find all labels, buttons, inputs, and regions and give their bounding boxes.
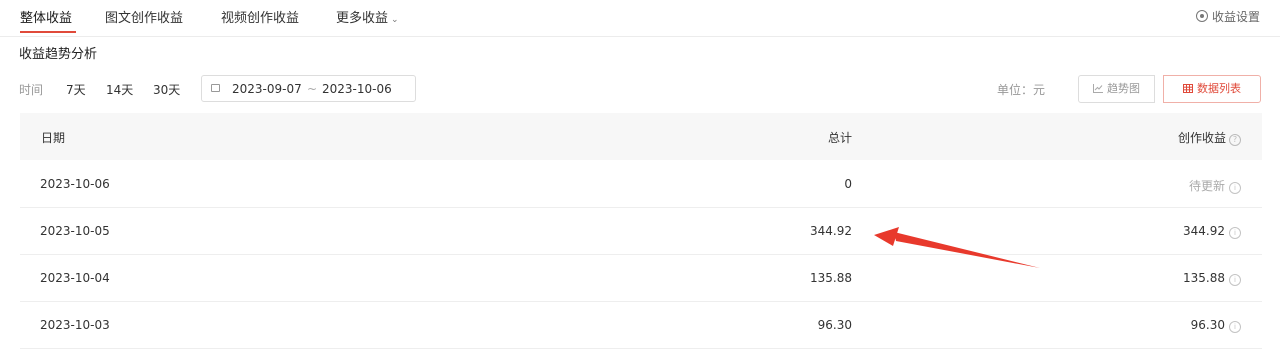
row-total: 96.30 xyxy=(817,318,852,332)
row-creation-income: 待更新 i xyxy=(1189,177,1241,194)
row-date: 2023-10-03 xyxy=(40,318,110,332)
row-creation-value: 96.30 xyxy=(1190,318,1225,332)
start-date: 2023-09-07 xyxy=(232,82,302,96)
trend-chart-label: 趋势图 xyxy=(1107,82,1140,95)
header-total: 总计 xyxy=(827,131,852,145)
row-creation-income: 344.92 i xyxy=(1183,224,1241,239)
end-date: 2023-10-06 xyxy=(322,82,392,96)
calendar-icon xyxy=(211,84,220,92)
trend-chart-button[interactable]: 趋势图 xyxy=(1078,75,1155,103)
line-chart-icon xyxy=(1093,84,1103,93)
row-creation-value: 135.88 xyxy=(1183,271,1225,285)
income-settings-label: 收益设置 xyxy=(1211,10,1260,24)
tab-more-income[interactable]: 更多收益 ⌄ xyxy=(336,7,399,26)
time-filter-label: 时间 xyxy=(19,83,44,97)
income-settings-link[interactable]: 收益设置 xyxy=(1195,8,1260,25)
header-date: 日期 xyxy=(41,131,66,145)
range-7-days[interactable]: 7天 xyxy=(66,81,86,98)
filter-row: 时间 7天 14天 30天 2023-09-07 ~ 2023-10-06 单位… xyxy=(0,75,1280,103)
tab-video-income[interactable]: 视频创作收益 xyxy=(221,7,299,26)
row-date: 2023-10-05 xyxy=(40,224,110,238)
row-creation-income: 135.88 i xyxy=(1183,271,1241,286)
range-30-days[interactable]: 30天 xyxy=(153,81,180,98)
table-row: 2023-10-06 0 待更新 i xyxy=(20,160,1262,208)
help-icon[interactable]: ? xyxy=(1229,134,1241,146)
top-tab-bar: 整体收益 图文创作收益 视频创作收益 更多收益 ⌄ 收益设置 xyxy=(0,0,1280,37)
table-row: 2023-10-04 135.88 135.88 i xyxy=(20,254,1262,302)
row-total: 0 xyxy=(844,177,852,191)
row-creation-value: 344.92 xyxy=(1183,224,1225,238)
chevron-down-icon: ⌄ xyxy=(391,15,399,25)
row-date: 2023-10-04 xyxy=(40,271,110,285)
info-icon[interactable]: i xyxy=(1229,321,1241,333)
section-title: 收益趋势分析 xyxy=(19,47,98,62)
row-total: 344.92 xyxy=(810,224,852,238)
date-separator: ~ xyxy=(307,82,318,96)
row-total: 135.88 xyxy=(810,271,852,285)
unit-label: 单位：元 xyxy=(997,83,1046,97)
row-creation-value: 待更新 xyxy=(1188,179,1225,193)
info-icon[interactable]: i xyxy=(1229,182,1241,194)
tab-overall-income[interactable]: 整体收益 xyxy=(20,7,72,26)
range-14-days[interactable]: 14天 xyxy=(106,81,133,98)
table-row: 2023-10-05 344.92 344.92 i xyxy=(20,207,1262,255)
info-icon[interactable]: i xyxy=(1229,227,1241,239)
header-creation-income: 创作收益? xyxy=(1178,129,1241,146)
date-range-picker[interactable]: 2023-09-07 ~ 2023-10-06 xyxy=(201,75,416,102)
info-icon[interactable]: i xyxy=(1229,274,1241,286)
tab-more-income-label: 更多收益 xyxy=(336,11,389,26)
table-icon xyxy=(1183,84,1193,93)
data-list-button[interactable]: 数据列表 xyxy=(1163,75,1261,103)
header-creation-income-label: 创作收益 xyxy=(1177,131,1226,145)
active-tab-indicator xyxy=(20,31,76,33)
tab-article-income[interactable]: 图文创作收益 xyxy=(105,7,183,26)
table-row: 2023-10-03 96.30 96.30 i xyxy=(20,301,1262,349)
row-creation-income: 96.30 i xyxy=(1191,318,1241,333)
row-date: 2023-10-06 xyxy=(40,177,110,191)
data-list-label: 数据列表 xyxy=(1197,82,1241,95)
table-header: 日期 总计 创作收益? xyxy=(20,113,1262,160)
settings-icon xyxy=(1195,10,1208,22)
